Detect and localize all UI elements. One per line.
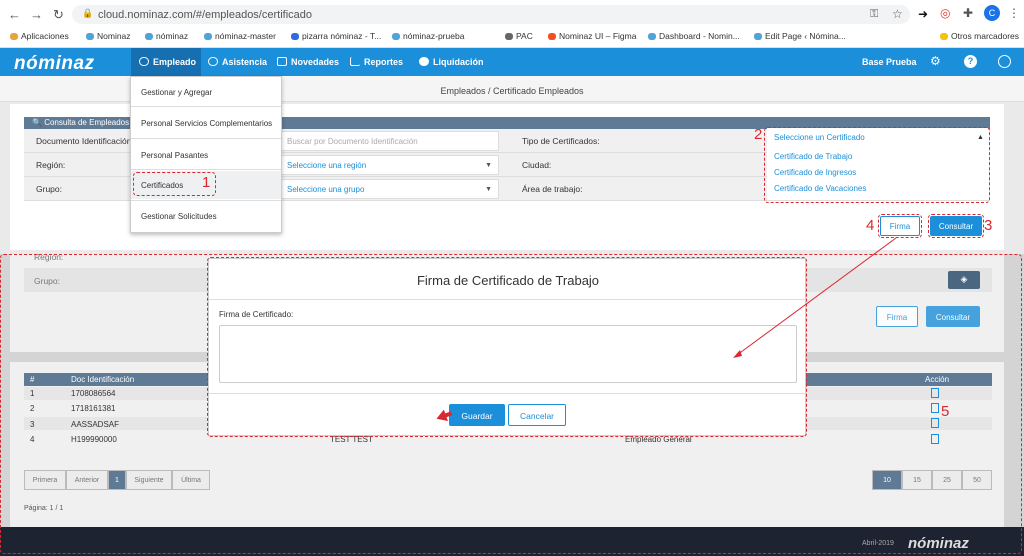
edit-icon [277,57,287,66]
annotation-box-2 [764,127,990,203]
menu-item-gestionar[interactable]: Gestionar y Agregar [141,88,212,97]
area-label: Área de trabajo: [522,184,583,194]
annotation-number-1: 1 [202,174,211,191]
menu-divider [131,106,281,107]
annotation-number-3: 3 [984,217,993,234]
settings-icon[interactable]: ⚙ [930,54,941,68]
menu-divider [131,138,281,139]
figma-icon [548,33,556,40]
grupo-select[interactable]: Seleccione una grupo ▼ [281,179,499,199]
profile-avatar[interactable]: C [984,5,1000,21]
user-name[interactable]: Base Prueba [862,57,917,67]
help-icon[interactable]: ? [964,55,977,68]
bookmark[interactable]: Edit Page ‹ Nómina... [754,31,846,41]
diamond-icon [291,33,299,40]
nav-reportes[interactable]: Reportes [350,57,403,67]
search-icon: 🔍 [32,118,45,127]
bookmark[interactable]: Nominaz [86,31,131,41]
annotation-number-4: 4 [866,217,875,234]
send-icon[interactable]: ➜ [918,7,928,21]
back-icon[interactable]: ← [8,7,21,22]
region-select[interactable]: Seleccione una región ▼ [281,155,499,175]
bookmark[interactable]: Dashboard - Nomin... [648,31,740,41]
bookmark[interactable]: PAC [505,31,533,41]
cloud-icon [86,33,94,40]
caret-down-icon: ▼ [485,162,492,169]
app-logo[interactable]: nóminaz [14,53,95,75]
cloud-icon [204,33,212,40]
menu-divider [131,169,281,170]
doc-search-input[interactable]: Buscar por Documento Identificación [281,131,499,151]
bookmark[interactable]: nóminaz [145,31,188,41]
tipo-label: Tipo de Certificados: [522,136,600,146]
cloud-icon [392,33,400,40]
nav-liquidacion[interactable]: Liquidación [419,57,484,67]
url-text: cloud.nominaz.com/#/empleados/certificad… [98,9,313,21]
star-icon[interactable]: ☆ [892,7,903,21]
clock-icon [208,57,218,66]
menu-icon[interactable]: ⋮ [1008,6,1020,20]
nav-asistencia[interactable]: Asistencia [208,57,267,67]
caret-down-icon: ▼ [485,186,492,193]
bookmark-folder[interactable]: Otros marcadores [940,31,1019,41]
bar-chart-icon [350,57,360,66]
cloud-upload-icon [419,57,429,66]
annotation-number-5: 5 [941,403,950,420]
folder-icon [940,33,948,40]
cloud-icon [648,33,656,40]
region-label: Región: [36,160,66,170]
annotation-box-modal [207,257,807,437]
menu-item-solicitudes[interactable]: Gestionar Solicitudes [141,212,217,221]
key-icon[interactable]: ⚿ [870,8,878,21]
bookmark-apps[interactable]: Aplicaciones [10,31,69,41]
extension-icon[interactable]: ◎ [940,6,950,20]
apps-icon [10,33,18,40]
browser-chrome: ← → ↻ 🔒 cloud.nominaz.com/#/empleados/ce… [0,0,1024,48]
menu-item-servicios[interactable]: Personal Servicios Complementarios [141,119,272,128]
bookmark[interactable]: Nominaz UI – Figma [548,31,636,41]
cloud-icon [145,33,153,40]
user-icon[interactable] [998,55,1011,68]
doc-label: Documento Identificación: [36,136,134,146]
users-icon [139,57,149,66]
reload-icon[interactable]: ↻ [53,7,64,23]
forward-icon[interactable]: → [30,7,43,22]
grupo-label: Grupo: [36,184,62,194]
menu-item-pasantes[interactable]: Personal Pasantes [141,151,208,160]
bookmark[interactable]: nóminaz-prueba [392,31,464,41]
menu-divider [131,200,281,201]
nav-empleado[interactable]: Empleado [139,57,196,67]
cloud-icon [754,33,762,40]
lock-icon: 🔒 [82,8,94,18]
nav-novedades[interactable]: Novedades [277,57,339,67]
annotation-box-4 [878,214,922,238]
globe-icon [505,33,513,40]
puzzle-icon[interactable]: ✚ [963,6,973,20]
bookmark[interactable]: nóminaz-master [204,31,276,41]
annotation-box-3 [928,214,984,238]
bookmark[interactable]: pizarra nóminaz - T... [291,31,381,41]
ciudad-label: Ciudad: [522,160,552,170]
annotation-number-2: 2 [754,126,763,143]
